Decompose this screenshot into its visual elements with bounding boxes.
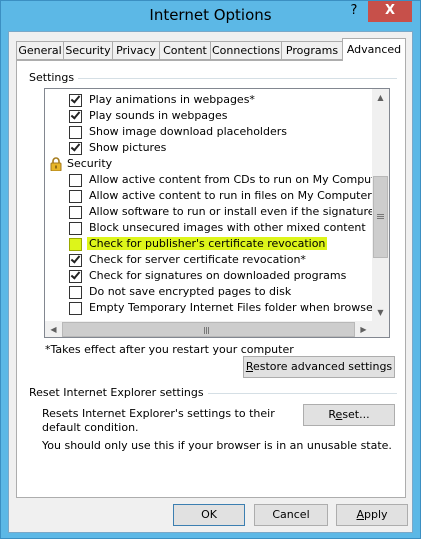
checkbox[interactable] [69,238,82,251]
checkbox[interactable] [69,206,82,219]
settings-tree[interactable]: Play animations in webpages* Play sounds… [44,88,390,338]
checkbox[interactable] [69,253,82,267]
setting-label: Show image download placeholders [89,125,287,138]
checkmark-icon [70,269,81,280]
setting-label: Do not save encrypted pages to disk [89,285,292,298]
checkbox[interactable] [69,126,82,139]
internet-options-window: Internet Options ? X General Security Pr… [0,0,421,539]
setting-active-content-cds[interactable]: Allow active content from CDs to run on … [45,172,372,188]
grip-line [377,214,384,215]
setting-label: Play animations in webpages* [89,93,255,106]
setting-label: Allow active content from CDs to run on … [89,173,372,186]
settings-group-label: Settings [29,71,79,84]
scroll-left-button[interactable]: ◀ [45,321,62,337]
tab-content[interactable]: Content [159,41,211,60]
scroll-up-button[interactable]: ▲ [372,89,389,106]
grip-line [377,216,384,217]
reset-group-label: Reset Internet Explorer settings [29,386,208,399]
setting-check-signatures[interactable]: Check for signatures on downloaded progr… [45,268,372,284]
category-label: Security [67,157,113,170]
checkbox[interactable] [69,269,82,283]
tab-connections[interactable]: Connections [210,41,282,60]
checkbox[interactable] [69,286,82,299]
scroll-right-button[interactable]: ▶ [355,321,372,337]
grip-line [204,327,205,334]
setting-label: Allow active content to run in files on … [89,189,372,202]
category-security: Security [45,156,372,172]
setting-label: Block unsecured images with other mixed … [89,221,366,234]
tab-programs[interactable]: Programs [281,41,343,60]
grip-line [208,327,209,334]
setting-server-revocation[interactable]: Check for server certificate revocation* [45,252,372,268]
restart-note: *Takes effect after you restart your com… [45,343,294,356]
setting-play-animations[interactable]: Play animations in webpages* [45,92,372,108]
tab-privacy[interactable]: Privacy [112,41,160,60]
checkmark-icon [70,253,81,264]
checkbox[interactable] [69,302,82,315]
restore-advanced-settings-button[interactable]: Restore advanced settings [243,356,395,378]
reset-description: Resets Internet Explorer's settings to t… [42,407,275,434]
setting-label: Check for signatures on downloaded progr… [89,269,347,282]
setting-label: Allow software to run or install even if… [89,205,372,218]
tab-advanced[interactable]: Advanced [342,38,406,61]
grip-line [377,218,384,219]
setting-publisher-revocation[interactable]: Check for publisher's certificate revoca… [45,236,372,252]
scroll-down-button[interactable]: ▼ [372,304,389,321]
advanced-tab-panel: Settings Play animations in webpages* Pl… [16,60,406,498]
setting-label: Check for server certificate revocation* [89,253,306,266]
dialog-body: General Security Privacy Content Connect… [8,31,413,533]
setting-label: Play sounds in webpages [89,109,228,122]
reset-warning: You should only use this if your browser… [42,439,392,452]
setting-play-sounds[interactable]: Play sounds in webpages [45,108,372,124]
settings-list: Play animations in webpages* Play sounds… [45,89,372,321]
ok-button[interactable]: OK [173,504,245,526]
cancel-button[interactable]: Cancel [254,504,328,526]
checkbox[interactable] [69,174,82,187]
grip-line [206,327,207,334]
setting-empty-temp-files[interactable]: Empty Temporary Internet Files folder wh… [45,300,372,316]
help-button[interactable]: ? [341,1,367,22]
setting-image-placeholders[interactable]: Show image download placeholders [45,124,372,140]
checkbox[interactable] [69,109,82,123]
checkbox[interactable] [69,141,82,155]
close-button[interactable]: X [368,1,412,22]
setting-active-content-files[interactable]: Allow active content to run in files on … [45,188,372,204]
checkmark-icon [70,109,81,120]
reset-button[interactable]: Reset... [303,404,395,426]
setting-block-unsecured-images[interactable]: Block unsecured images with other mixed … [45,220,372,236]
lock-icon [50,157,62,171]
setting-allow-invalid-signature[interactable]: Allow software to run or install even if… [45,204,372,220]
apply-button[interactable]: Apply [336,504,408,526]
checkbox[interactable] [69,190,82,203]
setting-no-save-encrypted[interactable]: Do not save encrypted pages to disk [45,284,372,300]
setting-label: Show pictures [89,141,167,154]
tab-security[interactable]: Security [63,41,113,60]
setting-label: Empty Temporary Internet Files folder wh… [89,301,372,314]
checkbox[interactable] [69,93,82,107]
checkmark-icon [70,141,81,152]
settings-group-line [29,78,397,79]
vertical-scrollbar[interactable]: ▲ ▼ [372,89,389,321]
setting-label: Check for publisher's certificate revoca… [87,237,328,250]
setting-show-pictures[interactable]: Show pictures [45,140,372,156]
title-bar[interactable]: Internet Options ? X [1,1,420,31]
horizontal-scrollbar[interactable]: ◀ ▶ [45,321,372,337]
horizontal-scroll-thumb[interactable] [62,322,355,337]
vertical-scroll-thumb[interactable] [373,176,388,258]
checkbox[interactable] [69,222,82,235]
tab-general[interactable]: General [16,41,64,60]
checkmark-icon [70,93,81,104]
scrollbar-corner [372,321,389,337]
